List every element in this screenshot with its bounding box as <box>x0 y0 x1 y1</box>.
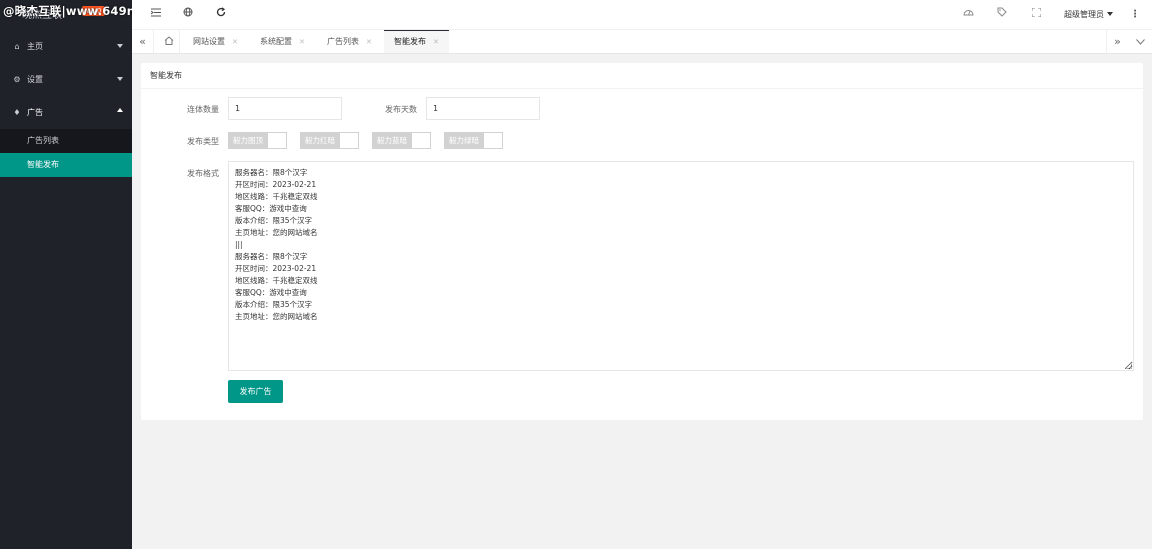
checkbox-box <box>268 132 287 149</box>
type-label: 发布类型 <box>187 137 219 146</box>
tag-icon[interactable] <box>994 7 1010 23</box>
sidebar-item-home[interactable]: ⌂ 主页 <box>0 30 132 63</box>
tabs-next-icon[interactable]: » <box>1106 30 1128 53</box>
more-icon[interactable]: ⋮ <box>1127 7 1143 23</box>
tabs-prev-icon[interactable]: « <box>132 30 154 53</box>
watermark: @晓杰互联|www.649n <box>3 4 136 18</box>
tabs-menu-icon[interactable] <box>1129 30 1151 53</box>
sidebar: 晓杰互联 v1.0 ⌂ 主页 ⚙ 设置 ♦ 广告 广告列表 智能发布 <box>0 0 132 549</box>
checkbox-box <box>484 132 503 149</box>
format-text: 服务器名：限8个汉字 开区时间：2023-02-21 地区线路：千兆稳定双线 客… <box>235 168 318 321</box>
checkbox-label: 毅力红暗 <box>300 132 340 149</box>
chevron-up-icon <box>117 108 123 112</box>
gear-icon: ⚙ <box>13 75 21 84</box>
tab-label: 智能发布 <box>394 37 426 46</box>
fullscreen-icon[interactable] <box>1028 7 1044 23</box>
close-icon[interactable]: ✕ <box>433 38 439 46</box>
sidebar-item-label: 广告 <box>27 108 43 117</box>
count-input[interactable] <box>228 97 342 120</box>
checkbox-box <box>340 132 359 149</box>
count-label: 连体数量 <box>187 105 219 114</box>
tab-label: 广告列表 <box>327 37 359 46</box>
tab-bar: « 网站设置 ✕ 系统配置 ✕ 广告列表 ✕ 智能发布 ✕ » <box>132 30 1152 54</box>
home-icon: ⌂ <box>14 42 20 51</box>
chevron-down-icon <box>117 44 123 48</box>
home-tab-icon[interactable] <box>158 30 180 53</box>
type-checkbox-1[interactable]: 毅力图顶 <box>228 132 287 149</box>
user-name: 超级管理员 <box>1064 10 1104 19</box>
tab-smart-publish[interactable]: 智能发布 ✕ <box>384 30 449 53</box>
format-label: 发布格式 <box>187 169 219 178</box>
tab-site-settings[interactable]: 网站设置 ✕ <box>193 30 238 53</box>
format-textarea[interactable]: 服务器名：限8个汉字 开区时间：2023-02-21 地区线路：千兆稳定双线 客… <box>228 161 1134 371</box>
user-menu[interactable]: 超级管理员 <box>1064 9 1113 20</box>
chevron-down-icon <box>117 77 123 81</box>
type-checkbox-3[interactable]: 毅力蓝暗 <box>372 132 431 149</box>
sidebar-item-settings[interactable]: ⚙ 设置 <box>0 63 132 96</box>
caret-down-icon <box>1107 12 1113 16</box>
publish-card: 智能发布 连体数量 发布天数 发布类型 毅力图顶 毅力红暗 毅力蓝暗 毅力绿暗 … <box>141 63 1143 420</box>
days-input[interactable] <box>426 97 540 120</box>
tab-label: 网站设置 <box>193 37 225 46</box>
close-icon[interactable]: ✕ <box>299 38 305 46</box>
theme-icon[interactable] <box>960 7 976 23</box>
sidebar-item-label: 设置 <box>27 75 43 84</box>
card-title: 智能发布 <box>141 63 1143 89</box>
days-label: 发布天数 <box>385 105 417 114</box>
sidebar-item-label: 主页 <box>27 42 43 51</box>
sidebar-item-ads[interactable]: ♦ 广告 <box>0 96 132 129</box>
tab-ad-list[interactable]: 广告列表 ✕ <box>327 30 372 53</box>
sidebar-subitem-smart-publish[interactable]: 智能发布 <box>0 153 132 177</box>
checkbox-box <box>412 132 431 149</box>
tab-label: 系统配置 <box>260 37 292 46</box>
globe-icon[interactable] <box>180 7 196 23</box>
close-icon[interactable]: ✕ <box>366 38 372 46</box>
close-icon[interactable]: ✕ <box>232 38 238 46</box>
checkbox-label: 毅力绿暗 <box>444 132 484 149</box>
resize-handle[interactable] <box>1126 363 1132 369</box>
checkbox-label: 毅力图顶 <box>228 132 268 149</box>
diamond-icon: ♦ <box>13 108 21 117</box>
sidebar-subitem-ad-list[interactable]: 广告列表 <box>0 129 132 153</box>
refresh-icon[interactable] <box>213 7 229 23</box>
publish-ad-button[interactable]: 发布广告 <box>228 380 283 403</box>
type-checkbox-2[interactable]: 毅力红暗 <box>300 132 359 149</box>
sidebar-subnav-ads: 广告列表 智能发布 <box>0 129 132 177</box>
top-header: 超级管理员 ⋮ <box>132 0 1152 30</box>
flexible-icon[interactable] <box>148 7 164 23</box>
type-checkbox-4[interactable]: 毅力绿暗 <box>444 132 503 149</box>
checkbox-label: 毅力蓝暗 <box>372 132 412 149</box>
tab-system-config[interactable]: 系统配置 ✕ <box>260 30 305 53</box>
